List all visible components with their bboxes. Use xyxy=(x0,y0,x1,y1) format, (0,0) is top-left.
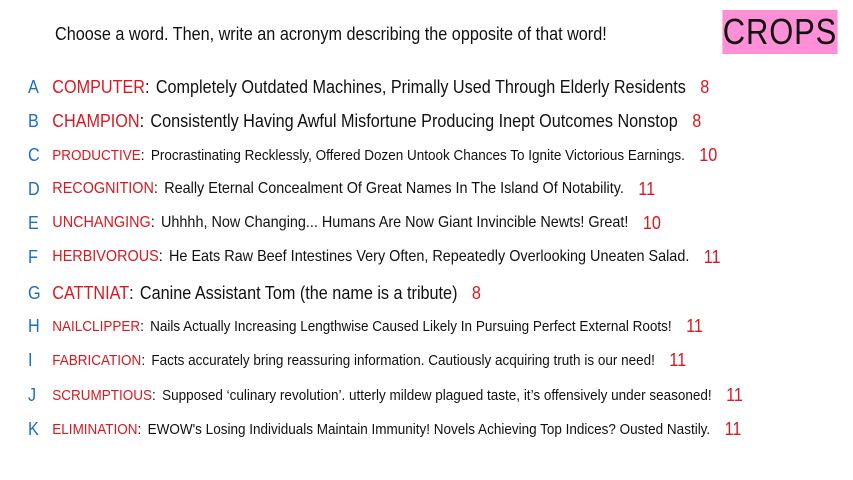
entry-word: PRODUCTIVE xyxy=(52,146,141,164)
entry-expansion: Supposed ‘culinary revolution’. utterly … xyxy=(162,386,712,404)
entry-letter: E xyxy=(28,212,39,233)
entry-expansion: Canine Assistant Tom (the name is a trib… xyxy=(139,282,458,303)
entry-word: COMPUTER xyxy=(52,76,145,97)
entry-row: I FABRICATION : Facts accurately bring r… xyxy=(28,348,686,372)
entry-word: NAILCLIPPER xyxy=(52,317,141,335)
entry-word: ELIMINATION xyxy=(52,420,138,438)
entry-word: CHAMPION xyxy=(52,110,140,131)
entry-separator: : xyxy=(152,386,156,404)
entry-letter: A xyxy=(28,76,39,97)
entry-row: K ELIMINATION : EWOW's Losing Individual… xyxy=(28,417,741,441)
entry-expansion: Consistently Having Awful Misfortune Pro… xyxy=(150,110,678,131)
entry-separator: : xyxy=(140,146,145,164)
entry-score: 8 xyxy=(692,110,702,131)
entry-word: CATTNIAT xyxy=(52,282,130,303)
entry-expansion: Facts accurately bring reassuring inform… xyxy=(151,351,655,369)
entry-expansion: EWOW's Losing Individuals Maintain Immun… xyxy=(147,420,711,438)
entry-score: 10 xyxy=(699,144,718,165)
entry-list: A COMPUTER : Completely Outdated Machine… xyxy=(0,0,853,480)
entry-row: C PRODUCTIVE : Procrastinating Recklessl… xyxy=(28,143,717,167)
entry-separator: : xyxy=(145,76,150,97)
entry-separator: : xyxy=(150,214,155,231)
entry-score: 11 xyxy=(686,315,703,336)
entry-row: E UNCHANGING : Uhhhh, Now Changing... Hu… xyxy=(28,211,661,235)
entry-letter: C xyxy=(28,144,40,165)
entry-letter: B xyxy=(28,110,39,131)
entry-letter: K xyxy=(28,418,39,439)
entry-separator: : xyxy=(140,317,144,335)
entry-word: HERBIVOROUS xyxy=(52,248,159,265)
entry-word: SCRUMPTIOUS xyxy=(52,386,153,404)
entry-row: F HERBIVOROUS : He Eats Raw Beef Intesti… xyxy=(28,245,721,269)
entry-score: 11 xyxy=(669,349,687,370)
entry-letter: I xyxy=(28,349,33,370)
entry-expansion: Uhhhh, Now Changing... Humans Are Now Gi… xyxy=(161,214,629,231)
entry-score: 10 xyxy=(642,212,661,233)
entry-word: UNCHANGING xyxy=(52,214,151,231)
entry-word: FABRICATION xyxy=(52,351,142,369)
entry-letter: J xyxy=(28,384,37,405)
entry-row: D RECOGNITION : Really Eternal Concealme… xyxy=(28,177,655,201)
entry-separator: : xyxy=(141,351,146,369)
entry-row: A COMPUTER : Completely Outdated Machine… xyxy=(28,75,709,99)
entry-score: 8 xyxy=(700,76,710,97)
entry-expansion: He Eats Raw Beef Intestines Very Often, … xyxy=(169,248,690,265)
entry-letter: G xyxy=(28,282,41,303)
entry-separator: : xyxy=(158,248,163,265)
entry-separator: : xyxy=(129,282,134,303)
entry-score: 11 xyxy=(703,246,721,267)
entry-separator: : xyxy=(153,180,158,197)
entry-letter: H xyxy=(28,315,40,336)
entry-expansion: Procrastinating Recklessly, Offered Doze… xyxy=(150,146,685,164)
entry-expansion: Really Eternal Concealment Of Great Name… xyxy=(164,180,624,197)
entry-row: B CHAMPION : Consistently Having Awful M… xyxy=(28,109,701,133)
entry-score: 11 xyxy=(638,178,656,199)
entry-score: 11 xyxy=(726,384,743,405)
entry-row: H NAILCLIPPER : Nails Actually Increasin… xyxy=(28,314,703,338)
entry-expansion: Nails Actually Increasing Lengthwise Cau… xyxy=(150,317,672,335)
entry-letter: D xyxy=(28,178,40,199)
entry-word: RECOGNITION xyxy=(52,180,154,197)
entry-separator: : xyxy=(139,110,145,131)
entry-score: 11 xyxy=(724,418,742,439)
entry-separator: : xyxy=(137,420,142,438)
entry-score: 8 xyxy=(471,282,481,303)
entry-row: J SCRUMPTIOUS : Supposed ‘culinary revol… xyxy=(28,383,743,407)
entry-expansion: Completely Outdated Machines, Primally U… xyxy=(155,76,686,97)
entry-row: G CATTNIAT : Canine Assistant Tom (the n… xyxy=(28,281,481,305)
entry-letter: F xyxy=(28,246,38,267)
